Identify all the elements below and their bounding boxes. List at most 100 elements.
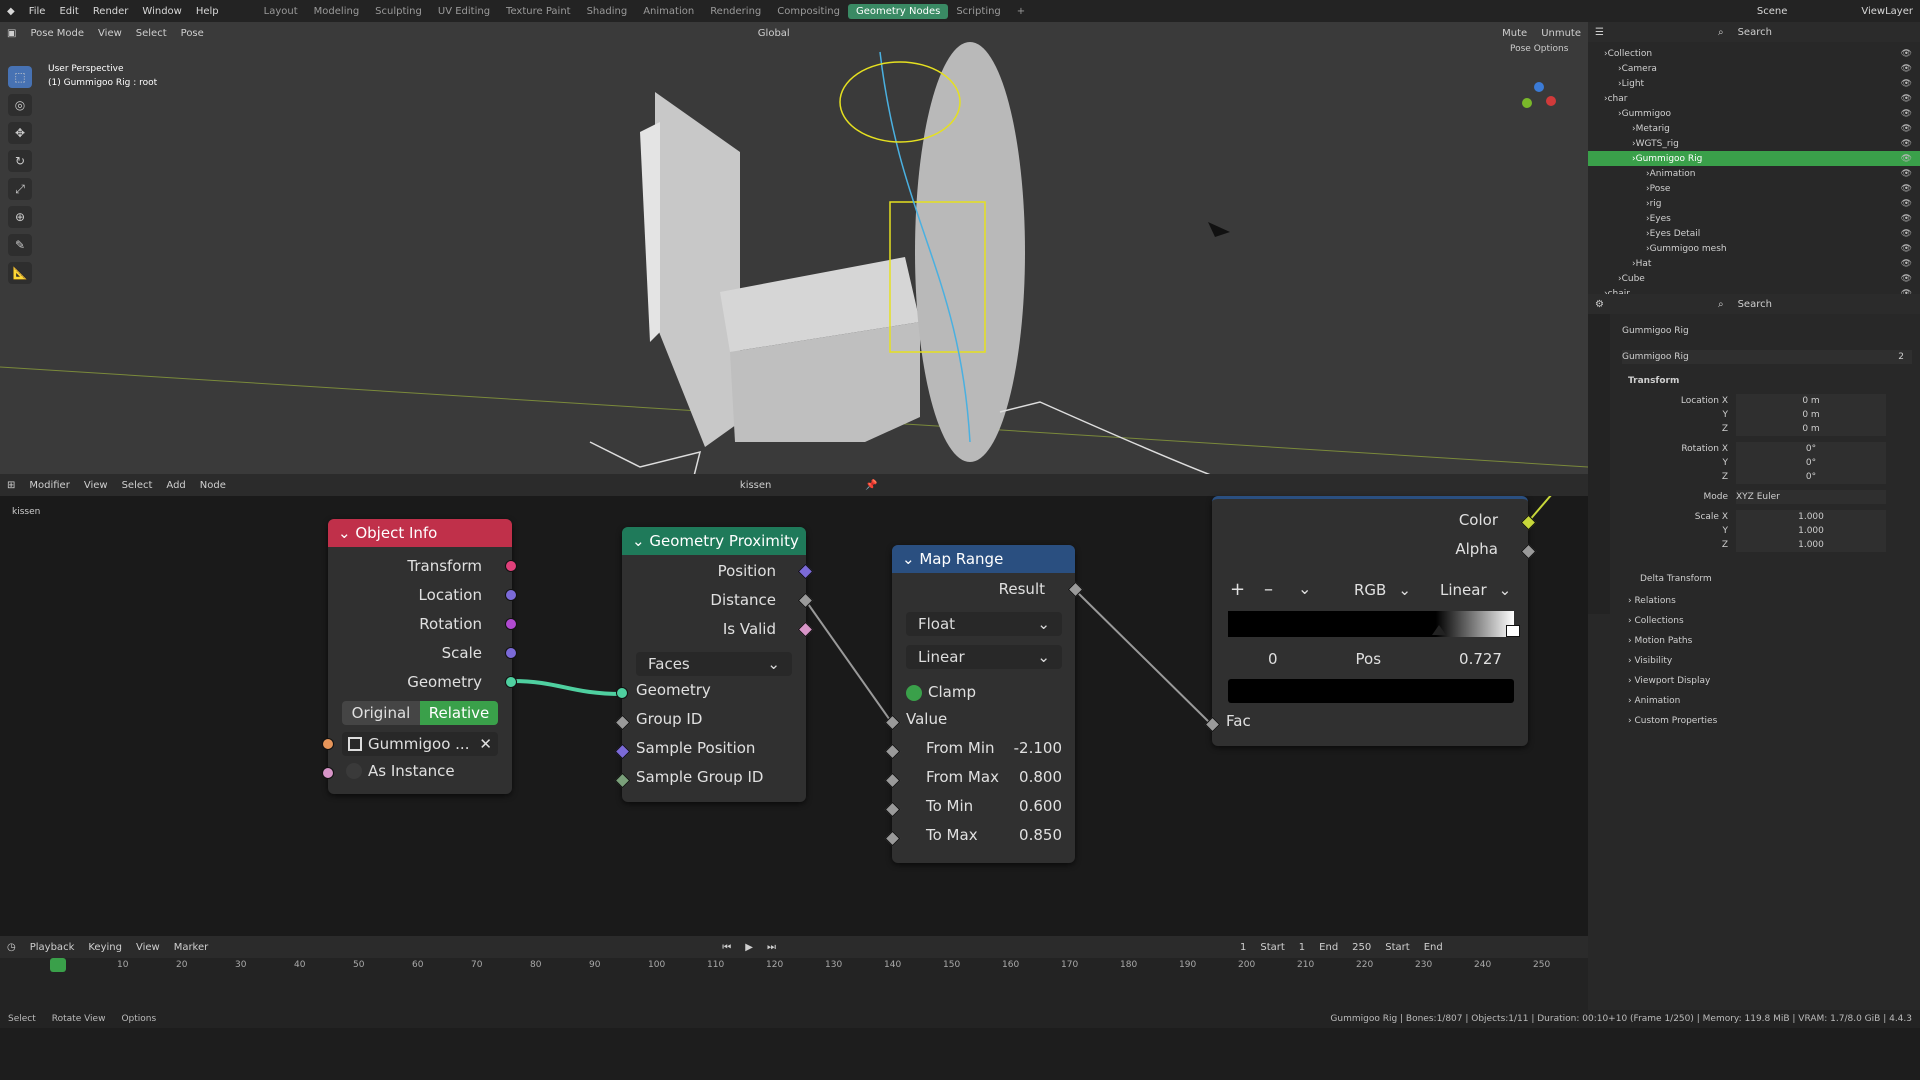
current-frame[interactable]: 1 <box>1233 942 1253 953</box>
color-mode-dropdown[interactable]: RGB ⌄ <box>1354 581 1411 599</box>
unmute-button[interactable]: Unmute <box>1534 28 1588 39</box>
target-element-dropdown[interactable]: Faces ⌄ <box>636 652 792 676</box>
timeline-menu-keying[interactable]: Keying <box>81 942 129 953</box>
select-tool-icon[interactable]: ⬚ <box>8 66 32 88</box>
visibility-eye-icon[interactable]: 👁 <box>1901 49 1912 59</box>
node-editor-type[interactable]: Modifier <box>22 480 76 491</box>
geometry-proximity-header[interactable]: ⌄ Geometry Proximity <box>622 527 806 555</box>
as-instance-socket[interactable] <box>322 767 334 779</box>
outliner-item[interactable]: › Eyes Detail 👁 <box>1588 226 1920 241</box>
cursor-tool-icon[interactable]: ◎ <box>8 94 32 116</box>
add-stop-button[interactable]: + <box>1230 579 1245 600</box>
visibility-eye-icon[interactable]: 👁 <box>1901 259 1912 269</box>
outliner-item[interactable]: › Gummigoo mesh 👁 <box>1588 241 1920 256</box>
color-ramp-node[interactable]: Color Alpha + – ⌄ RGB ⌄ Linear ⌄ 0 Pos 0.7… <box>1204 496 1537 746</box>
property-value-field[interactable]: 0° <box>1736 470 1886 484</box>
tab-modeling[interactable]: Modeling <box>306 4 368 19</box>
add-workspace-icon[interactable]: + <box>1009 4 1033 19</box>
outliner-item[interactable]: › Hat 👁 <box>1588 256 1920 271</box>
timeline-menu-marker[interactable]: Marker <box>167 942 216 953</box>
transform-tool-icon[interactable]: ⊕ <box>8 206 32 228</box>
pin-icon[interactable]: 📌 <box>858 480 884 491</box>
stop-position-row[interactable]: 0 Pos 0.727 <box>1228 647 1514 671</box>
tab-texture-paint[interactable]: Texture Paint <box>498 4 579 19</box>
tab-compositing[interactable]: Compositing <box>769 4 848 19</box>
property-value-field[interactable]: 0 m <box>1736 408 1886 422</box>
property-value-field[interactable]: 1.000 <box>1736 538 1886 552</box>
menu-render[interactable]: Render <box>86 6 136 17</box>
viewport-menu-select[interactable]: Select <box>129 28 174 39</box>
collapse-arrow-icon[interactable]: ⌄ <box>902 550 919 568</box>
map-range-node[interactable]: ⌄ Map Range Result Float ⌄ Linear ⌄ Clamp … <box>884 545 1084 863</box>
from-min-field[interactable]: From Min -2.100 <box>906 739 1062 757</box>
gizmo-y-icon[interactable] <box>1522 98 1532 108</box>
tab-rendering[interactable]: Rendering <box>702 4 769 19</box>
relative-toggle[interactable]: Relative <box>420 701 498 725</box>
menu-file[interactable]: File <box>22 6 53 17</box>
properties-panel[interactable]: › Visibility <box>1628 654 1672 668</box>
node-menu-add[interactable]: Add <box>159 480 192 491</box>
interpolation-dropdown[interactable]: Linear ⌄ <box>906 645 1062 669</box>
end-frame[interactable]: 250 <box>1345 942 1378 953</box>
stop-handle-icon[interactable] <box>1432 625 1446 635</box>
outliner-item[interactable]: › Gummigoo Rig 👁 <box>1588 151 1920 166</box>
outliner-item[interactable]: › Animation 👁 <box>1588 166 1920 181</box>
outliner-item[interactable]: › WGTS_rig 👁 <box>1588 136 1920 151</box>
from-max-field[interactable]: From Max 0.800 <box>906 768 1062 786</box>
properties-panel[interactable]: › Collections <box>1628 614 1684 628</box>
map-range-header[interactable]: ⌄ Map Range <box>892 545 1075 573</box>
clear-icon[interactable]: ✕ <box>479 735 498 753</box>
visibility-eye-icon[interactable]: 👁 <box>1901 139 1912 149</box>
object-info-header[interactable]: ⌄ Object Info <box>328 519 512 547</box>
tab-scripting[interactable]: Scripting <box>948 4 1008 19</box>
tab-uv-editing[interactable]: UV Editing <box>430 4 498 19</box>
property-value-field[interactable]: 0 m <box>1736 422 1886 436</box>
location-socket[interactable] <box>505 589 517 601</box>
stop-handle-white-icon[interactable] <box>1506 625 1520 637</box>
visibility-eye-icon[interactable]: 👁 <box>1901 64 1912 74</box>
move-tool-icon[interactable]: ✥ <box>8 122 32 144</box>
scene-selector[interactable]: Scene <box>1750 6 1795 17</box>
visibility-eye-icon[interactable]: 👁 <box>1901 214 1912 224</box>
editor-type-icon[interactable]: ▣ <box>0 28 23 39</box>
geometry-proximity-node[interactable]: ⌄ Geometry Proximity Position Distance I… <box>614 527 814 802</box>
viewport-menu-pose[interactable]: Pose <box>174 28 211 39</box>
visibility-eye-icon[interactable]: 👁 <box>1901 124 1912 134</box>
color-ramp-bar[interactable] <box>1228 611 1514 637</box>
visibility-eye-icon[interactable]: 👁 <box>1901 109 1912 119</box>
to-min-field[interactable]: To Min 0.600 <box>906 797 1062 815</box>
menu-edit[interactable]: Edit <box>52 6 85 17</box>
visibility-eye-icon[interactable]: 👁 <box>1901 169 1912 179</box>
visibility-eye-icon[interactable]: 👁 <box>1901 184 1912 194</box>
visibility-eye-icon[interactable]: 👁 <box>1901 199 1912 209</box>
tab-geometry-nodes[interactable]: Geometry Nodes <box>847 3 949 19</box>
transform-socket[interactable] <box>505 560 517 572</box>
transform-panel[interactable]: Transform <box>1628 374 1679 388</box>
timeline-menu-view[interactable]: View <box>129 942 167 953</box>
viewport-menu-view[interactable]: View <box>91 28 129 39</box>
property-value-field[interactable]: XYZ Euler <box>1736 490 1886 504</box>
start-frame[interactable]: 1 <box>1292 942 1312 953</box>
property-value-field[interactable]: 1.000 <box>1736 510 1886 524</box>
clamp-checkbox[interactable] <box>906 685 922 701</box>
navigation-gizmo[interactable] <box>1520 82 1556 118</box>
geometry-socket[interactable] <box>505 676 517 688</box>
outliner-item[interactable]: › Cube 👁 <box>1588 271 1920 286</box>
node-menu-node[interactable]: Node <box>193 480 233 491</box>
timeline-menu-playback[interactable]: Playback <box>23 942 82 953</box>
rotation-socket[interactable] <box>505 618 517 630</box>
properties-search[interactable]: Search <box>1731 299 1779 310</box>
property-value-field[interactable]: 0° <box>1736 456 1886 470</box>
orientation-selector[interactable]: Global <box>751 28 797 39</box>
properties-panel[interactable]: › Viewport Display <box>1628 674 1710 688</box>
play-icon[interactable]: ▶ <box>738 942 760 953</box>
tab-sculpting[interactable]: Sculpting <box>367 4 430 19</box>
jump-end-icon[interactable]: ⏭ <box>760 942 783 953</box>
object-input-socket[interactable] <box>322 738 334 750</box>
tab-shading[interactable]: Shading <box>579 4 636 19</box>
property-value-field[interactable]: 0° <box>1736 442 1886 456</box>
ramp-menu-button[interactable]: ⌄ <box>1298 579 1311 598</box>
menu-help[interactable]: Help <box>189 6 226 17</box>
measure-tool-icon[interactable]: 📐 <box>8 262 32 284</box>
mode-selector[interactable]: Pose Mode <box>23 28 91 39</box>
